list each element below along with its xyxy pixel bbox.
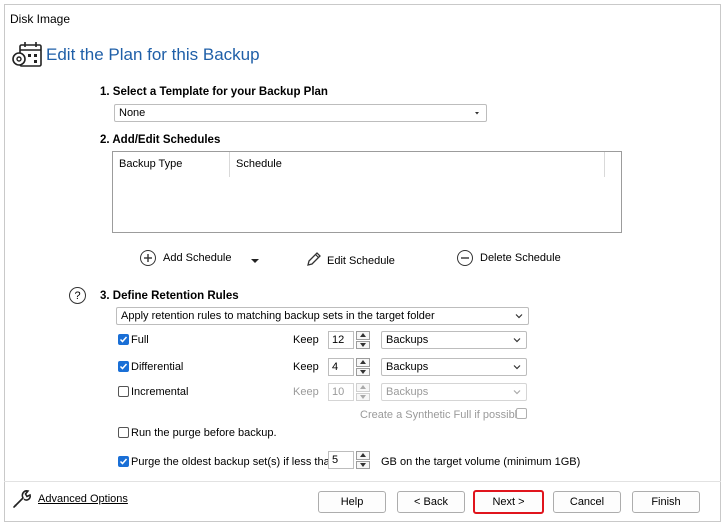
column-header-schedule[interactable]: Schedule <box>236 158 282 170</box>
differential-keep-stepper[interactable] <box>356 358 370 376</box>
purge-oldest-stepper[interactable] <box>356 451 370 469</box>
purge-oldest-suffix: GB on the target volume (minimum 1GB) <box>381 456 581 468</box>
keep-label: Keep <box>293 386 319 398</box>
template-label: 1. Select a Template for your Backup Pla… <box>100 86 328 98</box>
delete-schedule-button[interactable]: Delete Schedule <box>457 250 561 266</box>
check-icon <box>119 336 128 343</box>
wrench-icon <box>11 488 35 513</box>
page-title: Edit the Plan for this Backup <box>46 45 260 64</box>
retention-mode-value: Apply retention rules to matching backup… <box>121 310 435 322</box>
full-checkbox[interactable] <box>118 334 129 345</box>
keep-label: Keep <box>293 361 319 373</box>
stepper-up-icon[interactable] <box>356 451 370 460</box>
column-header-backup-type[interactable]: Backup Type <box>119 158 182 170</box>
purge-before-checkbox[interactable] <box>118 427 129 438</box>
incremental-unit-value: Backups <box>386 386 429 398</box>
synthetic-full-checkbox[interactable] <box>516 408 527 419</box>
column-divider <box>604 152 605 177</box>
delete-schedule-label: Delete Schedule <box>480 252 561 264</box>
schedules-label: 2. Add/Edit Schedules <box>100 134 221 146</box>
help-question-icon[interactable]: ? <box>69 287 86 304</box>
advanced-options-link[interactable]: Advanced Options <box>38 493 128 505</box>
differential-unit-dropdown[interactable]: Backups <box>381 358 527 376</box>
check-icon <box>119 363 128 370</box>
stepper-down-icon[interactable] <box>356 460 370 469</box>
template-dropdown[interactable]: None <box>114 104 487 122</box>
stepper-up-icon[interactable] <box>356 331 370 340</box>
back-button[interactable]: < Back <box>397 491 465 513</box>
differential-checkbox[interactable] <box>118 361 129 372</box>
check-icon <box>119 458 128 465</box>
chevron-down-icon <box>513 338 521 343</box>
full-keep-input[interactable]: 12 <box>328 331 354 349</box>
synthetic-full-label: Create a Synthetic Full if possible <box>360 409 524 421</box>
stepper-down-icon[interactable] <box>356 340 370 349</box>
plus-circle-icon <box>140 250 156 266</box>
chevron-down-icon <box>513 390 521 395</box>
incremental-keep-input[interactable]: 10 <box>328 383 354 401</box>
finish-button[interactable]: Finish <box>632 491 700 513</box>
purge-oldest-input[interactable]: 5 <box>328 451 354 469</box>
retention-label: 3. Define Retention Rules <box>100 290 239 302</box>
purge-oldest-checkbox[interactable] <box>118 456 129 467</box>
add-schedule-button[interactable]: Add Schedule <box>140 250 232 266</box>
footer-separator <box>4 481 721 482</box>
differential-label: Differential <box>131 361 184 373</box>
stepper-up-icon[interactable] <box>356 358 370 367</box>
edit-schedule-label: Edit Schedule <box>327 254 395 267</box>
full-unit-dropdown[interactable]: Backups <box>381 331 527 349</box>
pencil-icon <box>305 250 323 271</box>
add-schedule-menu-arrow-icon[interactable] <box>250 255 260 267</box>
stepper-down-icon[interactable] <box>356 392 370 401</box>
cancel-button[interactable]: Cancel <box>553 491 621 513</box>
help-button[interactable]: Help <box>318 491 386 513</box>
next-button[interactable]: Next > <box>473 490 544 514</box>
incremental-checkbox[interactable] <box>118 386 129 397</box>
incremental-unit-dropdown[interactable]: Backups <box>381 383 527 401</box>
chevron-down-icon <box>515 314 523 319</box>
differential-unit-value: Backups <box>386 361 429 373</box>
full-unit-value: Backups <box>386 334 429 346</box>
full-keep-stepper[interactable] <box>356 331 370 349</box>
add-schedule-label: Add Schedule <box>163 252 232 264</box>
window-title: Disk Image <box>10 12 71 26</box>
schedule-table[interactable]: Backup Type Schedule <box>112 151 622 233</box>
stepper-down-icon[interactable] <box>356 367 370 376</box>
template-value: None <box>119 107 146 119</box>
purge-before-label: Run the purge before backup. <box>131 427 277 439</box>
retention-mode-dropdown[interactable]: Apply retention rules to matching backup… <box>116 307 529 325</box>
calendar-gear-icon <box>11 40 43 70</box>
edit-schedule-button[interactable]: Edit Schedule <box>305 250 395 271</box>
differential-keep-input[interactable]: 4 <box>328 358 354 376</box>
stepper-up-icon[interactable] <box>356 383 370 392</box>
keep-label: Keep <box>293 334 319 346</box>
column-divider <box>229 152 230 177</box>
dropdown-arrow-icon <box>475 112 479 115</box>
minus-circle-icon <box>457 250 473 266</box>
incremental-label: Incremental <box>131 386 189 398</box>
purge-oldest-label: Purge the oldest backup set(s) if less t… <box>131 456 336 468</box>
incremental-keep-stepper[interactable] <box>356 383 370 401</box>
chevron-down-icon <box>513 365 521 370</box>
full-label: Full <box>131 334 149 346</box>
